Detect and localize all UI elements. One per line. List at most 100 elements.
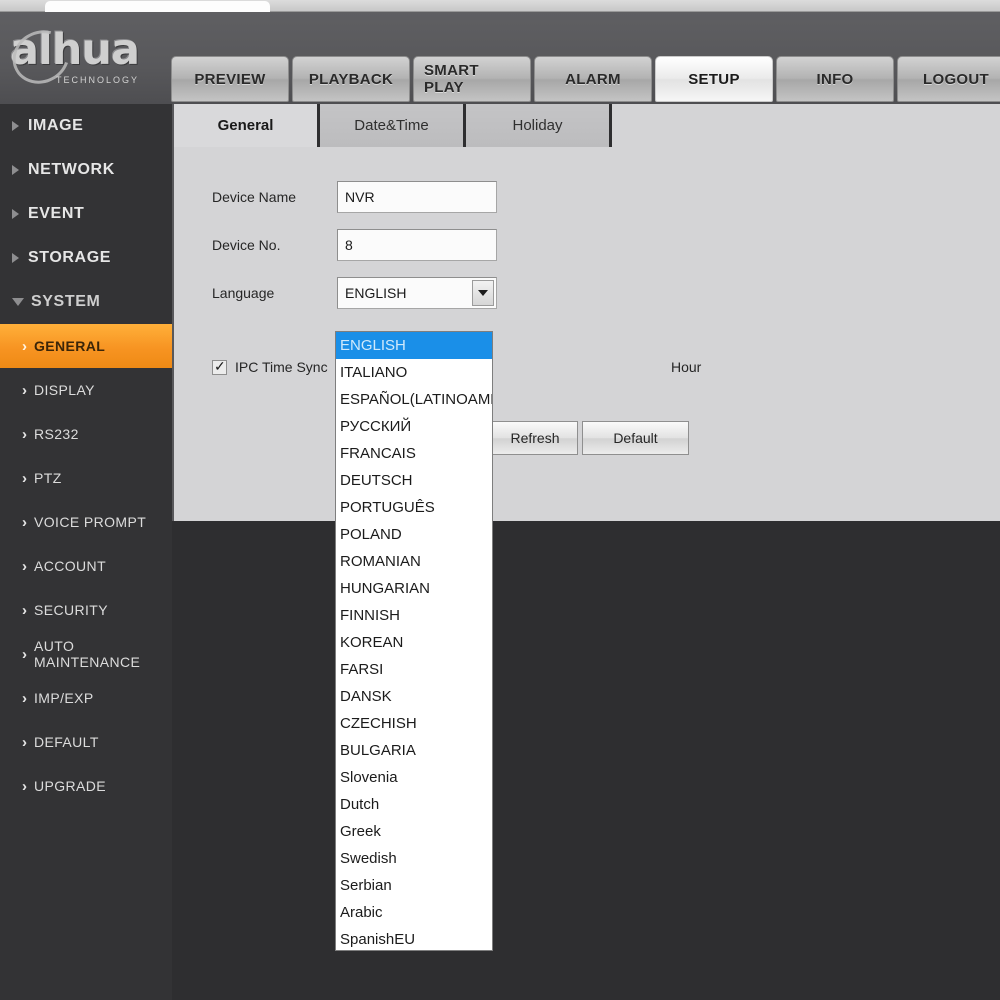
sidebar-item-label: IMP/EXP: [34, 690, 94, 706]
chevron-right-icon: ›: [22, 381, 27, 399]
nav-tab-preview[interactable]: PREVIEW: [171, 56, 289, 102]
chevron-right-icon: ›: [22, 645, 27, 663]
dropdown-option[interactable]: FARSI: [336, 656, 492, 683]
dropdown-option[interactable]: FRANCAIS: [336, 440, 492, 467]
sidebar-group-label: IMAGE: [28, 117, 84, 134]
sidebar-group-label: NETWORK: [28, 161, 115, 178]
nav-tab-playback[interactable]: PLAYBACK: [292, 56, 410, 102]
default-button[interactable]: Default: [582, 421, 689, 455]
dropdown-option[interactable]: BULGARIA: [336, 737, 492, 764]
dropdown-option[interactable]: PORTUGUÊS: [336, 494, 492, 521]
application-window: alhua TECHNOLOGY PREVIEW PLAYBACK SMART PL…: [0, 0, 1000, 1000]
sidebar-item-label: PTZ: [34, 470, 62, 486]
ipc-time-sync-label: IPC Time Sync: [235, 359, 328, 375]
dropdown-option[interactable]: Slovenia: [336, 764, 492, 791]
chevron-right-icon: ›: [22, 425, 27, 443]
nav-tab-setup[interactable]: SETUP: [655, 56, 773, 102]
dropdown-option[interactable]: ENGLISH: [336, 332, 492, 359]
chevron-right-icon: ›: [22, 777, 27, 795]
sidebar-item-rs232[interactable]: › RS232: [0, 412, 172, 456]
dropdown-option[interactable]: SpanishEU: [336, 926, 492, 950]
chevron-right-icon: ›: [22, 337, 27, 355]
sidebar-item-imp-exp[interactable]: › IMP/EXP: [0, 676, 172, 720]
dropdown-option[interactable]: POLAND: [336, 521, 492, 548]
device-name-row: Device Name NVR: [212, 181, 497, 213]
sidebar-item-auto-maintenance[interactable]: › AUTO MAINTENANCE: [0, 632, 172, 676]
language-select[interactable]: ENGLISH: [337, 277, 497, 309]
main-nav: PREVIEW PLAYBACK SMART PLAY ALARM SETUP INFO L…: [171, 56, 1000, 102]
dropdown-option[interactable]: Dutch: [336, 791, 492, 818]
nav-tab-logout[interactable]: LOGOUT: [897, 56, 1000, 102]
sidebar-group-event[interactable]: EVENT: [0, 192, 172, 236]
dropdown-option[interactable]: DANSK: [336, 683, 492, 710]
sidebar-item-label: GENERAL: [34, 338, 106, 354]
ipc-time-sync-checkbox[interactable]: [212, 358, 227, 375]
dahua-logo: alhua TECHNOLOGY: [3, 20, 160, 94]
ipc-time-sync-row: IPC Time Sync: [212, 358, 328, 375]
sidebar-group-label: STORAGE: [28, 249, 112, 266]
sidebar-item-label: ACCOUNT: [34, 558, 107, 574]
browser-tab-nub: [45, 1, 270, 12]
sidebar-group-storage[interactable]: STORAGE: [0, 236, 172, 280]
sidebar-item-label: SECURITY: [34, 602, 108, 618]
refresh-button[interactable]: Refresh: [492, 421, 578, 455]
dropdown-option[interactable]: Arabic: [336, 899, 492, 926]
dropdown-option[interactable]: РУССКИЙ: [336, 413, 492, 440]
chevron-right-icon: ›: [22, 601, 27, 619]
dropdown-option[interactable]: CZECHISH: [336, 710, 492, 737]
sidebar-item-display[interactable]: › DISPLAY: [0, 368, 172, 412]
logo-tagline: TECHNOLOGY: [56, 75, 140, 85]
dropdown-option[interactable]: ROMANIAN: [336, 548, 492, 575]
triangle-right-icon: [12, 121, 19, 131]
device-no-label: Device No.: [212, 237, 281, 253]
sidebar-item-voice-prompt[interactable]: › VOICE PROMPT: [0, 500, 172, 544]
sidebar-group-system[interactable]: SYSTEM: [0, 280, 172, 324]
chevron-right-icon: ›: [22, 513, 27, 531]
dropdown-option[interactable]: HUNGARIAN: [336, 575, 492, 602]
device-no-row: Device No. 8: [212, 229, 497, 261]
triangle-down-icon: [12, 298, 24, 306]
sidebar: IMAGE NETWORK EVENT STORAGE SYSTEM › GENERAL › D…: [0, 104, 172, 1000]
dropdown-option[interactable]: Swedish: [336, 845, 492, 872]
app-header: alhua TECHNOLOGY PREVIEW PLAYBACK SMART PL…: [0, 12, 1000, 104]
sidebar-group-network[interactable]: NETWORK: [0, 148, 172, 192]
triangle-right-icon: [12, 165, 19, 175]
sub-tab-general[interactable]: General: [174, 104, 320, 147]
sidebar-item-general[interactable]: › GENERAL: [0, 324, 172, 368]
sidebar-item-label: DEFAULT: [34, 734, 99, 750]
content-panel: General Date&Time Holiday Device Name NVR …: [172, 104, 1000, 521]
sidebar-item-ptz[interactable]: › PTZ: [0, 456, 172, 500]
sub-tab-date-time[interactable]: Date&Time: [320, 104, 466, 147]
chevron-right-icon: ›: [22, 733, 27, 751]
triangle-right-icon: [12, 209, 19, 219]
sidebar-item-upgrade[interactable]: › UPGRADE: [0, 764, 172, 808]
triangle-right-icon: [12, 253, 19, 263]
dropdown-option[interactable]: Greek: [336, 818, 492, 845]
sidebar-item-label: DISPLAY: [34, 382, 95, 398]
hour-unit-label: Hour: [671, 359, 702, 375]
chevron-right-icon: ›: [22, 469, 27, 487]
nav-tab-smart-play[interactable]: SMART PLAY: [413, 56, 531, 102]
chevron-down-icon[interactable]: [472, 280, 494, 306]
dropdown-option[interactable]: FINNISH: [336, 602, 492, 629]
language-label: Language: [212, 285, 275, 301]
nav-tab-info[interactable]: INFO: [776, 56, 894, 102]
device-no-input[interactable]: 8: [337, 229, 497, 261]
device-name-input[interactable]: NVR: [337, 181, 497, 213]
sidebar-item-account[interactable]: › ACCOUNT: [0, 544, 172, 588]
dropdown-option[interactable]: DEUTSCH: [336, 467, 492, 494]
sidebar-item-security[interactable]: › SECURITY: [0, 588, 172, 632]
language-dropdown-list[interactable]: ENGLISHITALIANOESPAÑOL(LATINOAMÉRICA)РУС…: [335, 331, 493, 951]
nav-tab-alarm[interactable]: ALARM: [534, 56, 652, 102]
chevron-right-icon: ›: [22, 689, 27, 707]
sidebar-group-image[interactable]: IMAGE: [0, 104, 172, 148]
dropdown-option[interactable]: KOREAN: [336, 629, 492, 656]
dropdown-option[interactable]: Serbian: [336, 872, 492, 899]
sidebar-group-label: SYSTEM: [31, 293, 101, 310]
sidebar-list: IMAGE NETWORK EVENT STORAGE SYSTEM › GENERAL › D…: [0, 104, 172, 808]
sidebar-item-default[interactable]: › DEFAULT: [0, 720, 172, 764]
sub-tab-holiday[interactable]: Holiday: [466, 104, 612, 147]
dropdown-option[interactable]: ITALIANO: [336, 359, 492, 386]
dropdown-option[interactable]: ESPAÑOL(LATINOAMÉRICA): [336, 386, 492, 413]
general-settings-form: Device Name NVR Device No. 8 Language EN…: [174, 147, 1000, 521]
